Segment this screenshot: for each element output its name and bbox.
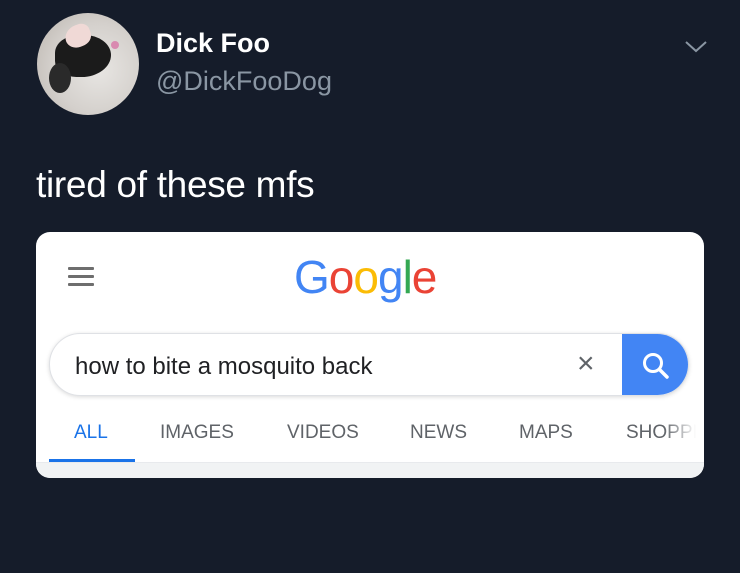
avatar-collar <box>111 41 119 49</box>
tab-news[interactable]: NEWS <box>410 422 467 444</box>
tabs-overflow-fade <box>664 422 704 452</box>
google-logo[interactable]: Google <box>294 250 438 304</box>
hamburger-icon[interactable] <box>68 267 94 291</box>
google-screenshot-card[interactable]: Google how to bite a mosquito back × ALL… <box>36 232 704 478</box>
avatar-fur-dark <box>49 63 71 93</box>
tab-videos[interactable]: VIDEOS <box>287 422 359 444</box>
search-icon <box>643 353 669 379</box>
search-input[interactable]: how to bite a mosquito back <box>75 353 373 381</box>
user-handle[interactable]: @DickFooDog <box>156 66 332 97</box>
search-button[interactable] <box>622 334 688 395</box>
logo-letter: o <box>353 251 379 303</box>
search-tabs: ALL IMAGES VIDEOS NEWS MAPS SHOPPI <box>36 422 704 462</box>
tweet-text: tired of these mfs <box>36 164 315 205</box>
display-name[interactable]: Dick Foo <box>156 28 270 59</box>
logo-letter: o <box>328 251 355 303</box>
close-icon[interactable]: × <box>577 348 595 380</box>
tab-all[interactable]: ALL <box>74 422 108 444</box>
card-footer-strip <box>36 462 704 478</box>
chevron-down-icon[interactable] <box>683 36 709 56</box>
logo-letter: e <box>411 251 438 303</box>
logo-letter: l <box>402 251 413 303</box>
tab-images[interactable]: IMAGES <box>160 422 234 444</box>
search-box[interactable]: how to bite a mosquito back × <box>49 333 689 396</box>
logo-letter: g <box>377 251 404 303</box>
avatar[interactable] <box>37 13 139 115</box>
logo-letter: G <box>294 251 330 303</box>
tab-maps[interactable]: MAPS <box>519 422 573 444</box>
